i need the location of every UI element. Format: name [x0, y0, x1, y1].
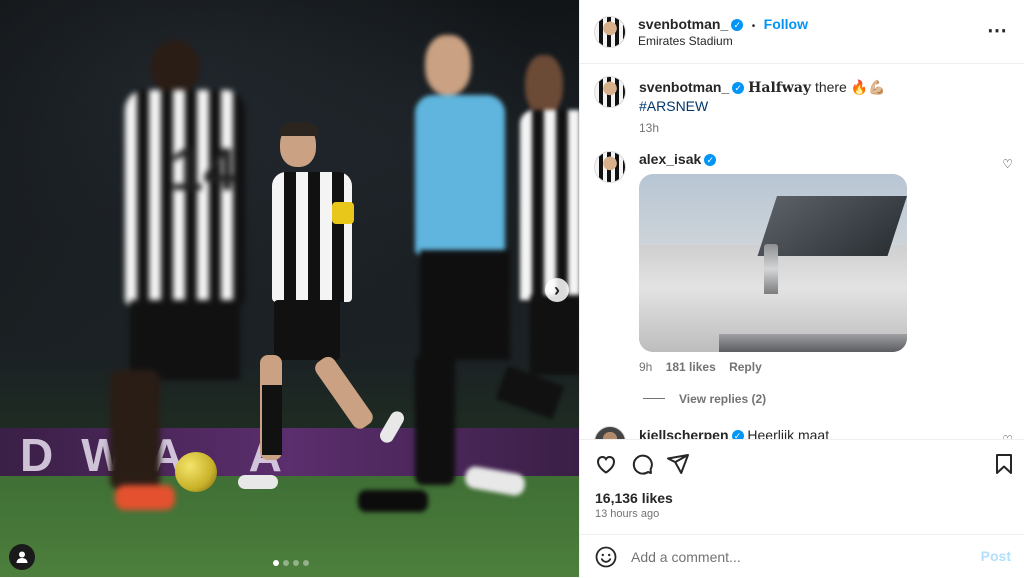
comment-text: Heerlijk maat: [747, 427, 830, 439]
carousel-dot: [283, 560, 289, 566]
football: [175, 452, 217, 492]
post-location[interactable]: Emirates Stadium: [638, 34, 733, 48]
carousel-indicator: [273, 560, 309, 566]
comment-image[interactable]: [639, 174, 907, 352]
caption-text-styled: 𝐇𝐚𝐥𝐟𝐰𝐚𝐲: [748, 80, 812, 96]
carousel-dot: [293, 560, 299, 566]
post-media[interactable]: DWA A 14 ›: [0, 0, 579, 577]
view-replies-label[interactable]: View replies (2): [679, 392, 766, 406]
separator-dot: •: [751, 21, 756, 32]
like-heart-icon[interactable]: [594, 452, 618, 476]
tagged-users-button[interactable]: [9, 544, 35, 570]
car-grille: [719, 334, 907, 352]
carousel-next-button[interactable]: ›: [545, 278, 569, 302]
comment-age: 9h: [639, 360, 653, 374]
comment-meta: 9h 181 likes Reply: [639, 360, 762, 374]
comment-like-icon[interactable]: ♡: [1002, 157, 1013, 171]
comment-username[interactable]: kjellscherpen: [639, 427, 729, 439]
post-comment-button[interactable]: Post: [981, 548, 1011, 564]
verified-icon: ✓: [731, 18, 744, 31]
verified-icon: ✓: [704, 153, 717, 166]
car-window: [757, 196, 907, 256]
add-comment-bar: Post: [580, 534, 1024, 578]
avatar[interactable]: [594, 76, 626, 108]
post-timestamp[interactable]: 13 hours ago: [595, 508, 659, 520]
avatar[interactable]: [594, 426, 626, 439]
comment-bubble-icon[interactable]: [630, 452, 654, 476]
verified-icon: ✓: [731, 430, 744, 439]
shirt-number: 14: [170, 136, 237, 203]
avatar[interactable]: [594, 151, 626, 183]
comment-likes-count[interactable]: 181 likes: [666, 360, 716, 374]
comment-item: kjellscherpen ✓ Heerlijk maat: [639, 426, 829, 439]
hood-ornament: [764, 244, 778, 294]
carousel-dot: [303, 560, 309, 566]
post-sidebar: svenbotman_ ✓ • Follow Emirates Stadium ⋯…: [579, 0, 1024, 577]
verified-icon: ✓: [732, 82, 745, 95]
hashtag-link[interactable]: #ARSNEW: [639, 98, 708, 114]
replies-line: [643, 398, 665, 400]
comment-input[interactable]: [629, 544, 933, 570]
user-icon: [16, 551, 28, 563]
view-replies-button[interactable]: View replies (2): [643, 390, 766, 408]
post-actions: 16,136 likes 13 hours ago: [580, 439, 1024, 535]
follow-button[interactable]: Follow: [764, 16, 808, 32]
share-paper-plane-icon[interactable]: [666, 452, 690, 476]
emoji-icon[interactable]: [594, 545, 618, 569]
caption-age: 13h: [639, 121, 660, 135]
caption-username[interactable]: svenbotman_: [639, 79, 729, 95]
post-header: svenbotman_ ✓ • Follow Emirates Stadium ⋯: [580, 0, 1024, 64]
reply-button[interactable]: Reply: [729, 360, 762, 374]
comment-username[interactable]: alex_isak: [639, 151, 701, 167]
author-username[interactable]: svenbotman_: [638, 16, 728, 32]
chevron-right-icon: ›: [554, 280, 560, 300]
carousel-dot: [273, 560, 279, 566]
caption: svenbotman_ ✓ 𝐇𝐚𝐥𝐟𝐰𝐚𝐲 there 🔥💪🏼 #ARSNEW 1…: [639, 78, 999, 135]
bookmark-icon[interactable]: [992, 452, 1016, 476]
comment-item: alex_isak ✓: [639, 151, 717, 169]
likes-count[interactable]: 16,136 likes: [595, 490, 673, 506]
avatar[interactable]: [594, 16, 626, 48]
caption-text: there 🔥💪🏼: [814, 79, 886, 95]
comments-section[interactable]: svenbotman_ ✓ 𝐇𝐚𝐥𝐟𝐰𝐚𝐲 there 🔥💪🏼 #ARSNEW 1…: [580, 63, 1024, 439]
more-options-icon[interactable]: ⋯: [987, 18, 1008, 43]
